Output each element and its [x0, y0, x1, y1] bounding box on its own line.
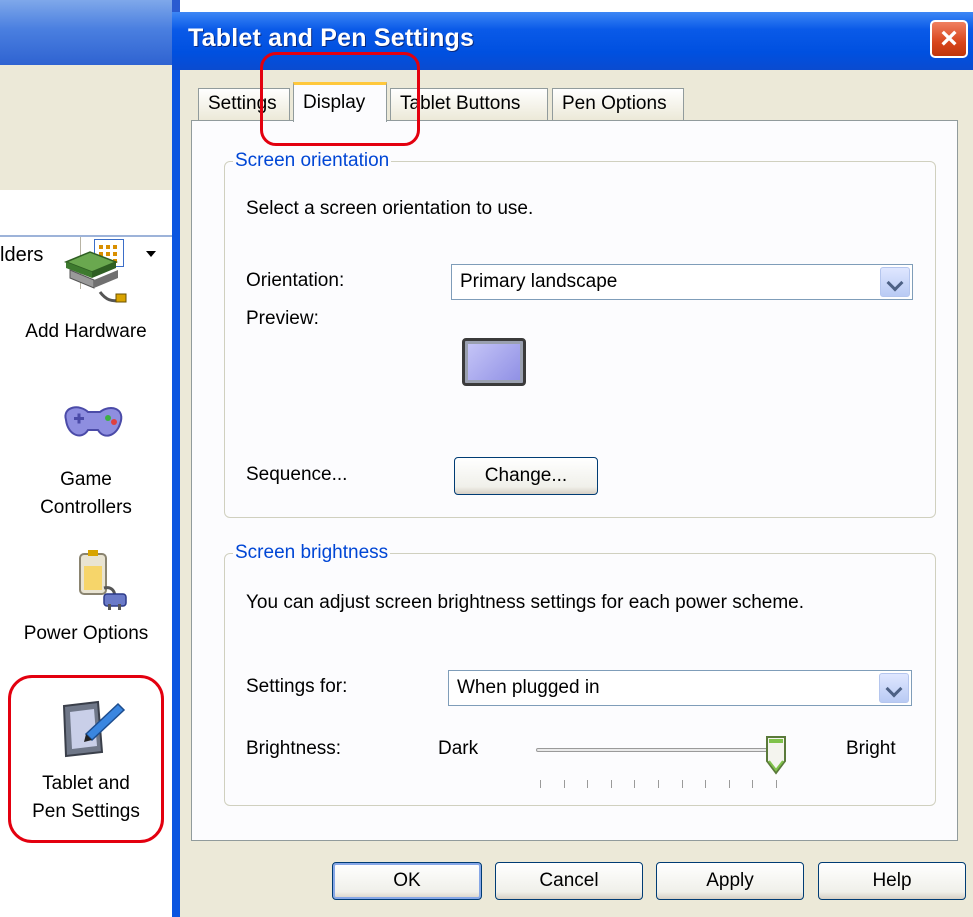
slider-tick [728, 780, 730, 788]
close-button[interactable]: × [930, 20, 968, 58]
dialog-title: Tablet and Pen Settings [188, 24, 475, 52]
address-bar-area [0, 190, 180, 237]
orientation-label: Orientation: [246, 270, 345, 291]
power-options-label-line1: Power Options [23, 623, 149, 644]
orientation-value: Primary landscape [460, 271, 618, 292]
screen-orientation-legend: Screen orientation [235, 150, 390, 171]
tab-pen-options-label: Pen Options [562, 93, 667, 114]
chevron-down-icon[interactable] [880, 267, 910, 297]
slider-tick [658, 780, 659, 788]
game-controllers-label-line2: Controllers [40, 497, 132, 518]
settings-for-label: Settings for: [246, 676, 348, 697]
control-panel-menu-bar [0, 65, 180, 106]
brightness-slider-track[interactable] [536, 748, 776, 752]
help-button[interactable]: Help [818, 862, 966, 900]
slider-tick [752, 780, 754, 788]
cancel-button[interactable]: Cancel [495, 862, 643, 900]
orientation-description: Select a screen orientation to use. [246, 198, 534, 219]
power-options-icon[interactable] [64, 548, 134, 610]
slider-tick [705, 780, 707, 788]
sequence-label: Sequence... [246, 464, 348, 485]
brightness-description: You can adjust screen brightness setting… [246, 592, 805, 613]
game-controllers-label[interactable]: Game Controllers [0, 466, 172, 522]
brightness-slider-thumb[interactable] [765, 735, 787, 775]
preview-label: Preview: [246, 308, 319, 329]
tablet-pen-highlight-callout [8, 675, 164, 843]
slider-tick [540, 780, 541, 788]
folders-button-label[interactable]: lders [0, 244, 43, 267]
slider-tick [634, 780, 636, 788]
slider-tick [610, 780, 612, 788]
change-button[interactable]: Change... [454, 457, 598, 495]
slider-tick [563, 780, 565, 788]
settings-for-value: When plugged in [457, 677, 600, 698]
orientation-dropdown[interactable]: Primary landscape [451, 264, 913, 300]
tab-pen-options[interactable]: Pen Options [552, 88, 684, 120]
add-hardware-icon[interactable] [60, 248, 130, 308]
bright-label: Bright [846, 738, 896, 759]
control-panel-title-bar [0, 0, 180, 65]
dark-label: Dark [438, 738, 479, 759]
close-icon: × [940, 22, 958, 55]
slider-tick [776, 780, 777, 788]
control-panel-toolbar: lders [0, 105, 180, 289]
brightness-label: Brightness: [246, 738, 342, 759]
apply-button[interactable]: Apply [656, 862, 804, 900]
settings-for-dropdown[interactable]: When plugged in [448, 670, 912, 706]
views-dropdown-arrow-icon[interactable] [146, 251, 156, 257]
control-panel-window: lders Add Hardware Game Controllers Powe… [0, 0, 180, 917]
chevron-down-icon[interactable] [879, 673, 909, 703]
display-preview-icon [462, 338, 526, 386]
add-hardware-label[interactable]: Add Hardware [0, 318, 172, 346]
slider-tick [681, 780, 683, 788]
screen-brightness-legend: Screen brightness [235, 542, 389, 563]
display-tab-highlight-callout [260, 52, 420, 146]
power-options-label[interactable]: Power Options [0, 620, 172, 648]
game-controller-icon[interactable] [58, 400, 128, 450]
ok-button[interactable]: OK [332, 862, 482, 900]
slider-tick [587, 780, 589, 788]
game-controllers-label-line1: Game [60, 469, 112, 490]
add-hardware-label-line1: Add Hardware [25, 321, 147, 342]
